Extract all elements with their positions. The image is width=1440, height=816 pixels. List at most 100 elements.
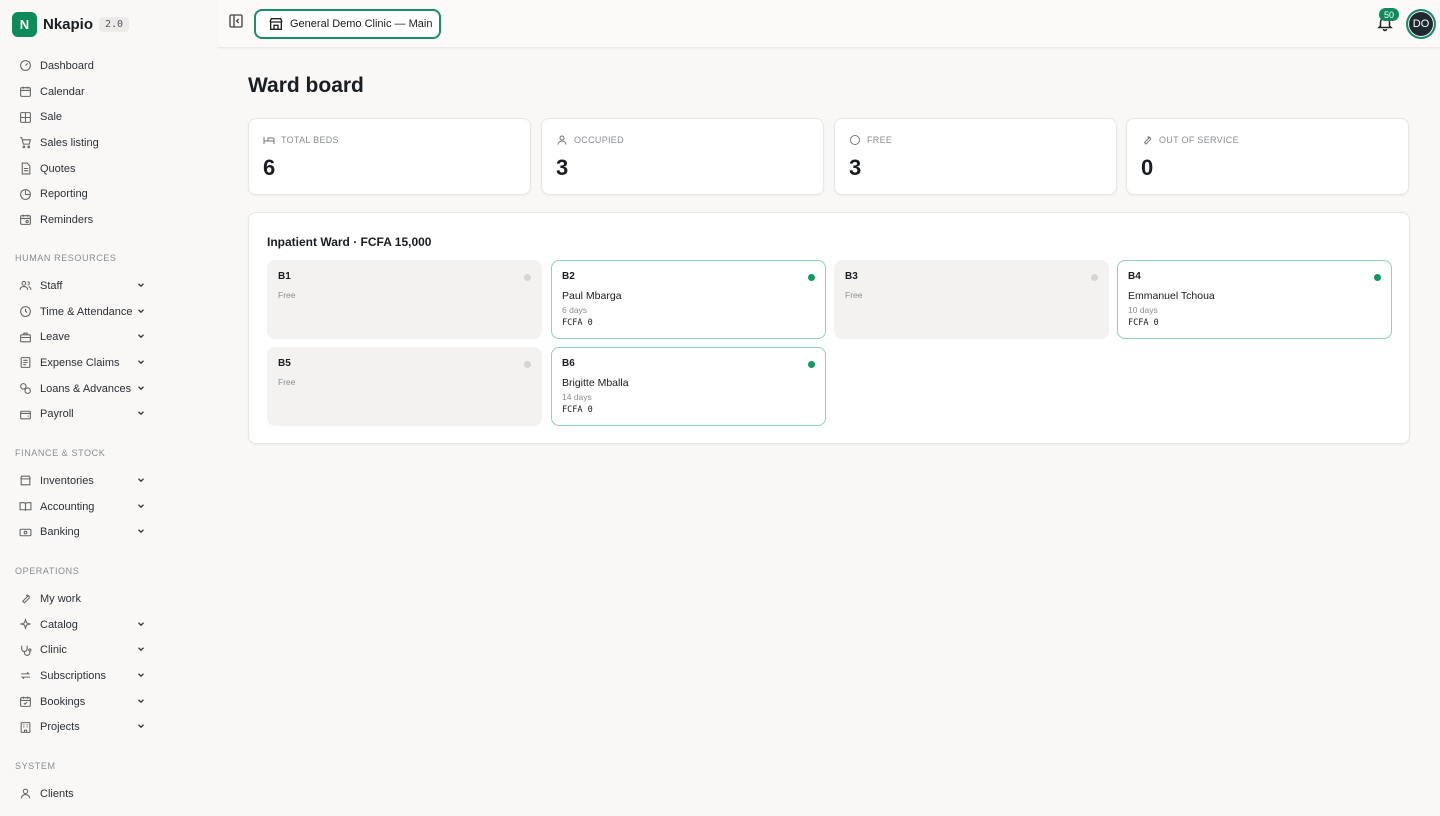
coins-icon — [18, 382, 32, 396]
status-dot — [1374, 274, 1381, 281]
clock-icon — [18, 305, 32, 319]
location-selector-button[interactable]: General Demo Clinic — Main — [254, 9, 441, 39]
bed-card-b1[interactable]: B1 Free — [267, 260, 542, 339]
sidebar-item-clients[interactable]: Clients — [0, 781, 218, 807]
calendar-icon — [18, 85, 32, 99]
sidebar-item-label: Sales listing — [40, 136, 99, 149]
sidebar-item-label: Clinic — [40, 644, 67, 657]
sidebar-item-label: Sale — [40, 111, 63, 124]
bed-card-b2[interactable]: B2 Paul Mbarga 6 days FCFA 0 — [551, 260, 826, 339]
ward-title: Inpatient Ward · FCFA 15,000 — [267, 235, 432, 249]
sidebar-item-label: Leave — [40, 331, 70, 344]
stay-days: 6 days — [562, 305, 588, 315]
nav-section-system: SYSTEM — [0, 760, 218, 772]
bed-card-b3[interactable]: B3 Free — [834, 260, 1109, 339]
version-badge: 2.0 — [99, 16, 130, 32]
nav-finance: Inventories Accounting Banking — [0, 468, 218, 545]
notification-count-badge: 50 — [1379, 8, 1399, 21]
sidebar-item-catalog[interactable]: Catalog — [0, 612, 218, 638]
bed-card-b6[interactable]: B6 Brigitte Mballa 14 days FCFA 0 — [551, 347, 826, 426]
sidebar-item-projects[interactable]: Projects — [0, 714, 218, 740]
sidebar-item-quotes[interactable]: Quotes — [0, 156, 218, 182]
sidebar-item-reminders[interactable]: Reminders — [0, 207, 218, 233]
page-title: Ward board — [248, 74, 364, 97]
store-icon — [269, 18, 283, 30]
sidebar-item-leave[interactable]: Leave — [0, 324, 218, 350]
sidebar-item-subscriptions[interactable]: Subscriptions — [0, 663, 218, 689]
repeat-icon — [18, 669, 32, 683]
bed-card-b4[interactable]: B4 Emmanuel Tchoua 10 days FCFA 0 — [1117, 260, 1392, 339]
nav-main: Dashboard Calendar Sale Sales listing Qu… — [0, 53, 218, 233]
patient-name: Brigitte Mballa — [562, 377, 629, 389]
sidebar-item-time-attendance[interactable]: Time & Attendance — [0, 299, 218, 325]
sidebar-item-expense-claims[interactable]: Expense Claims — [0, 350, 218, 376]
sidebar-collapse-icon[interactable] — [228, 13, 244, 29]
stat-value: 6 — [263, 155, 276, 180]
wrench-icon — [18, 592, 32, 606]
stat-card-out-of-service: OUT OF SERVICE 0 — [1126, 118, 1409, 195]
briefcase-icon — [18, 330, 32, 344]
stat-value: 3 — [556, 155, 569, 180]
bed-code: B5 — [278, 358, 291, 369]
stay-days: 10 days — [1128, 305, 1158, 315]
bed-amount: FCFA 0 — [1128, 318, 1159, 328]
stat-label: OCCUPIED — [574, 135, 624, 145]
gauge-icon — [18, 59, 32, 73]
user-icon — [18, 787, 32, 801]
nav-hr: Staff Time & Attendance Leave Expense Cl… — [0, 273, 218, 427]
sidebar-item-sales-listing[interactable]: Sales listing — [0, 130, 218, 156]
users-icon — [18, 279, 32, 293]
sidebar-item-inventories[interactable]: Inventories — [0, 468, 218, 494]
sidebar-item-bookings[interactable]: Bookings — [0, 689, 218, 715]
sidebar-item-label: Inventories — [40, 474, 94, 487]
section-title: HUMAN RESOURCES — [15, 253, 117, 263]
book-icon — [18, 500, 32, 514]
receipt-icon — [18, 356, 32, 370]
store-icon — [18, 474, 32, 488]
stat-card-occupied: OCCUPIED 3 — [541, 118, 824, 195]
bed-status: Free — [278, 377, 296, 387]
topbar: General Demo Clinic — Main 50 DO — [218, 0, 1440, 48]
sidebar-item-clinic[interactable]: Clinic — [0, 637, 218, 663]
chevron-down-icon — [138, 621, 144, 626]
chevron-down-icon — [138, 478, 144, 483]
sidebar-item-calendar[interactable]: Calendar — [0, 79, 218, 105]
stat-label: OUT OF SERVICE — [1159, 135, 1239, 145]
nav-section-finance: FINANCE & STOCK — [0, 447, 218, 459]
sidebar-item-label: Calendar — [40, 85, 85, 98]
sidebar-item-payroll[interactable]: Payroll — [0, 401, 218, 427]
stay-days: 14 days — [562, 392, 592, 402]
chevron-down-icon — [138, 673, 144, 678]
bed-card-b5[interactable]: B5 Free — [267, 347, 542, 426]
chart-icon — [18, 187, 32, 201]
sidebar-item-label: Payroll — [40, 408, 74, 421]
nav-system: Clients — [0, 781, 218, 807]
brand[interactable]: N Nkapio 2.0 — [12, 11, 130, 37]
sidebar-item-label: Clients — [40, 787, 74, 800]
sidebar-item-dashboard[interactable]: Dashboard — [0, 53, 218, 79]
patient-name: Paul Mbarga — [562, 290, 622, 302]
sidebar-item-loans-advances[interactable]: Loans & Advances — [0, 376, 218, 402]
sidebar-item-sale[interactable]: Sale — [0, 104, 218, 130]
status-dot — [524, 274, 531, 281]
status-dot — [1091, 274, 1098, 281]
stat-label: TOTAL BEDS — [281, 135, 339, 145]
sidebar: N Nkapio 2.0 Dashboard Calendar Sale Sal… — [0, 0, 218, 816]
sidebar-item-banking[interactable]: Banking — [0, 519, 218, 545]
bed-code: B4 — [1128, 271, 1141, 282]
chevron-down-icon — [138, 283, 144, 288]
sidebar-item-label: Expense Claims — [40, 356, 120, 369]
sidebar-item-staff[interactable]: Staff — [0, 273, 218, 299]
sidebar-item-accounting[interactable]: Accounting — [0, 494, 218, 520]
chevron-down-icon — [138, 503, 144, 508]
sidebar-item-my-work[interactable]: My work — [0, 586, 218, 612]
sidebar-item-reporting[interactable]: Reporting — [0, 181, 218, 207]
calendar-clock-icon — [18, 213, 32, 227]
wrench-icon — [1143, 136, 1152, 145]
sidebar-item-label: My work — [40, 592, 81, 605]
sidebar-item-label: Time & Attendance — [40, 305, 133, 318]
chevron-down-icon — [138, 411, 144, 416]
avatar[interactable]: DO — [1406, 9, 1436, 39]
chevron-down-icon — [138, 724, 144, 729]
section-title: SYSTEM — [15, 761, 56, 771]
